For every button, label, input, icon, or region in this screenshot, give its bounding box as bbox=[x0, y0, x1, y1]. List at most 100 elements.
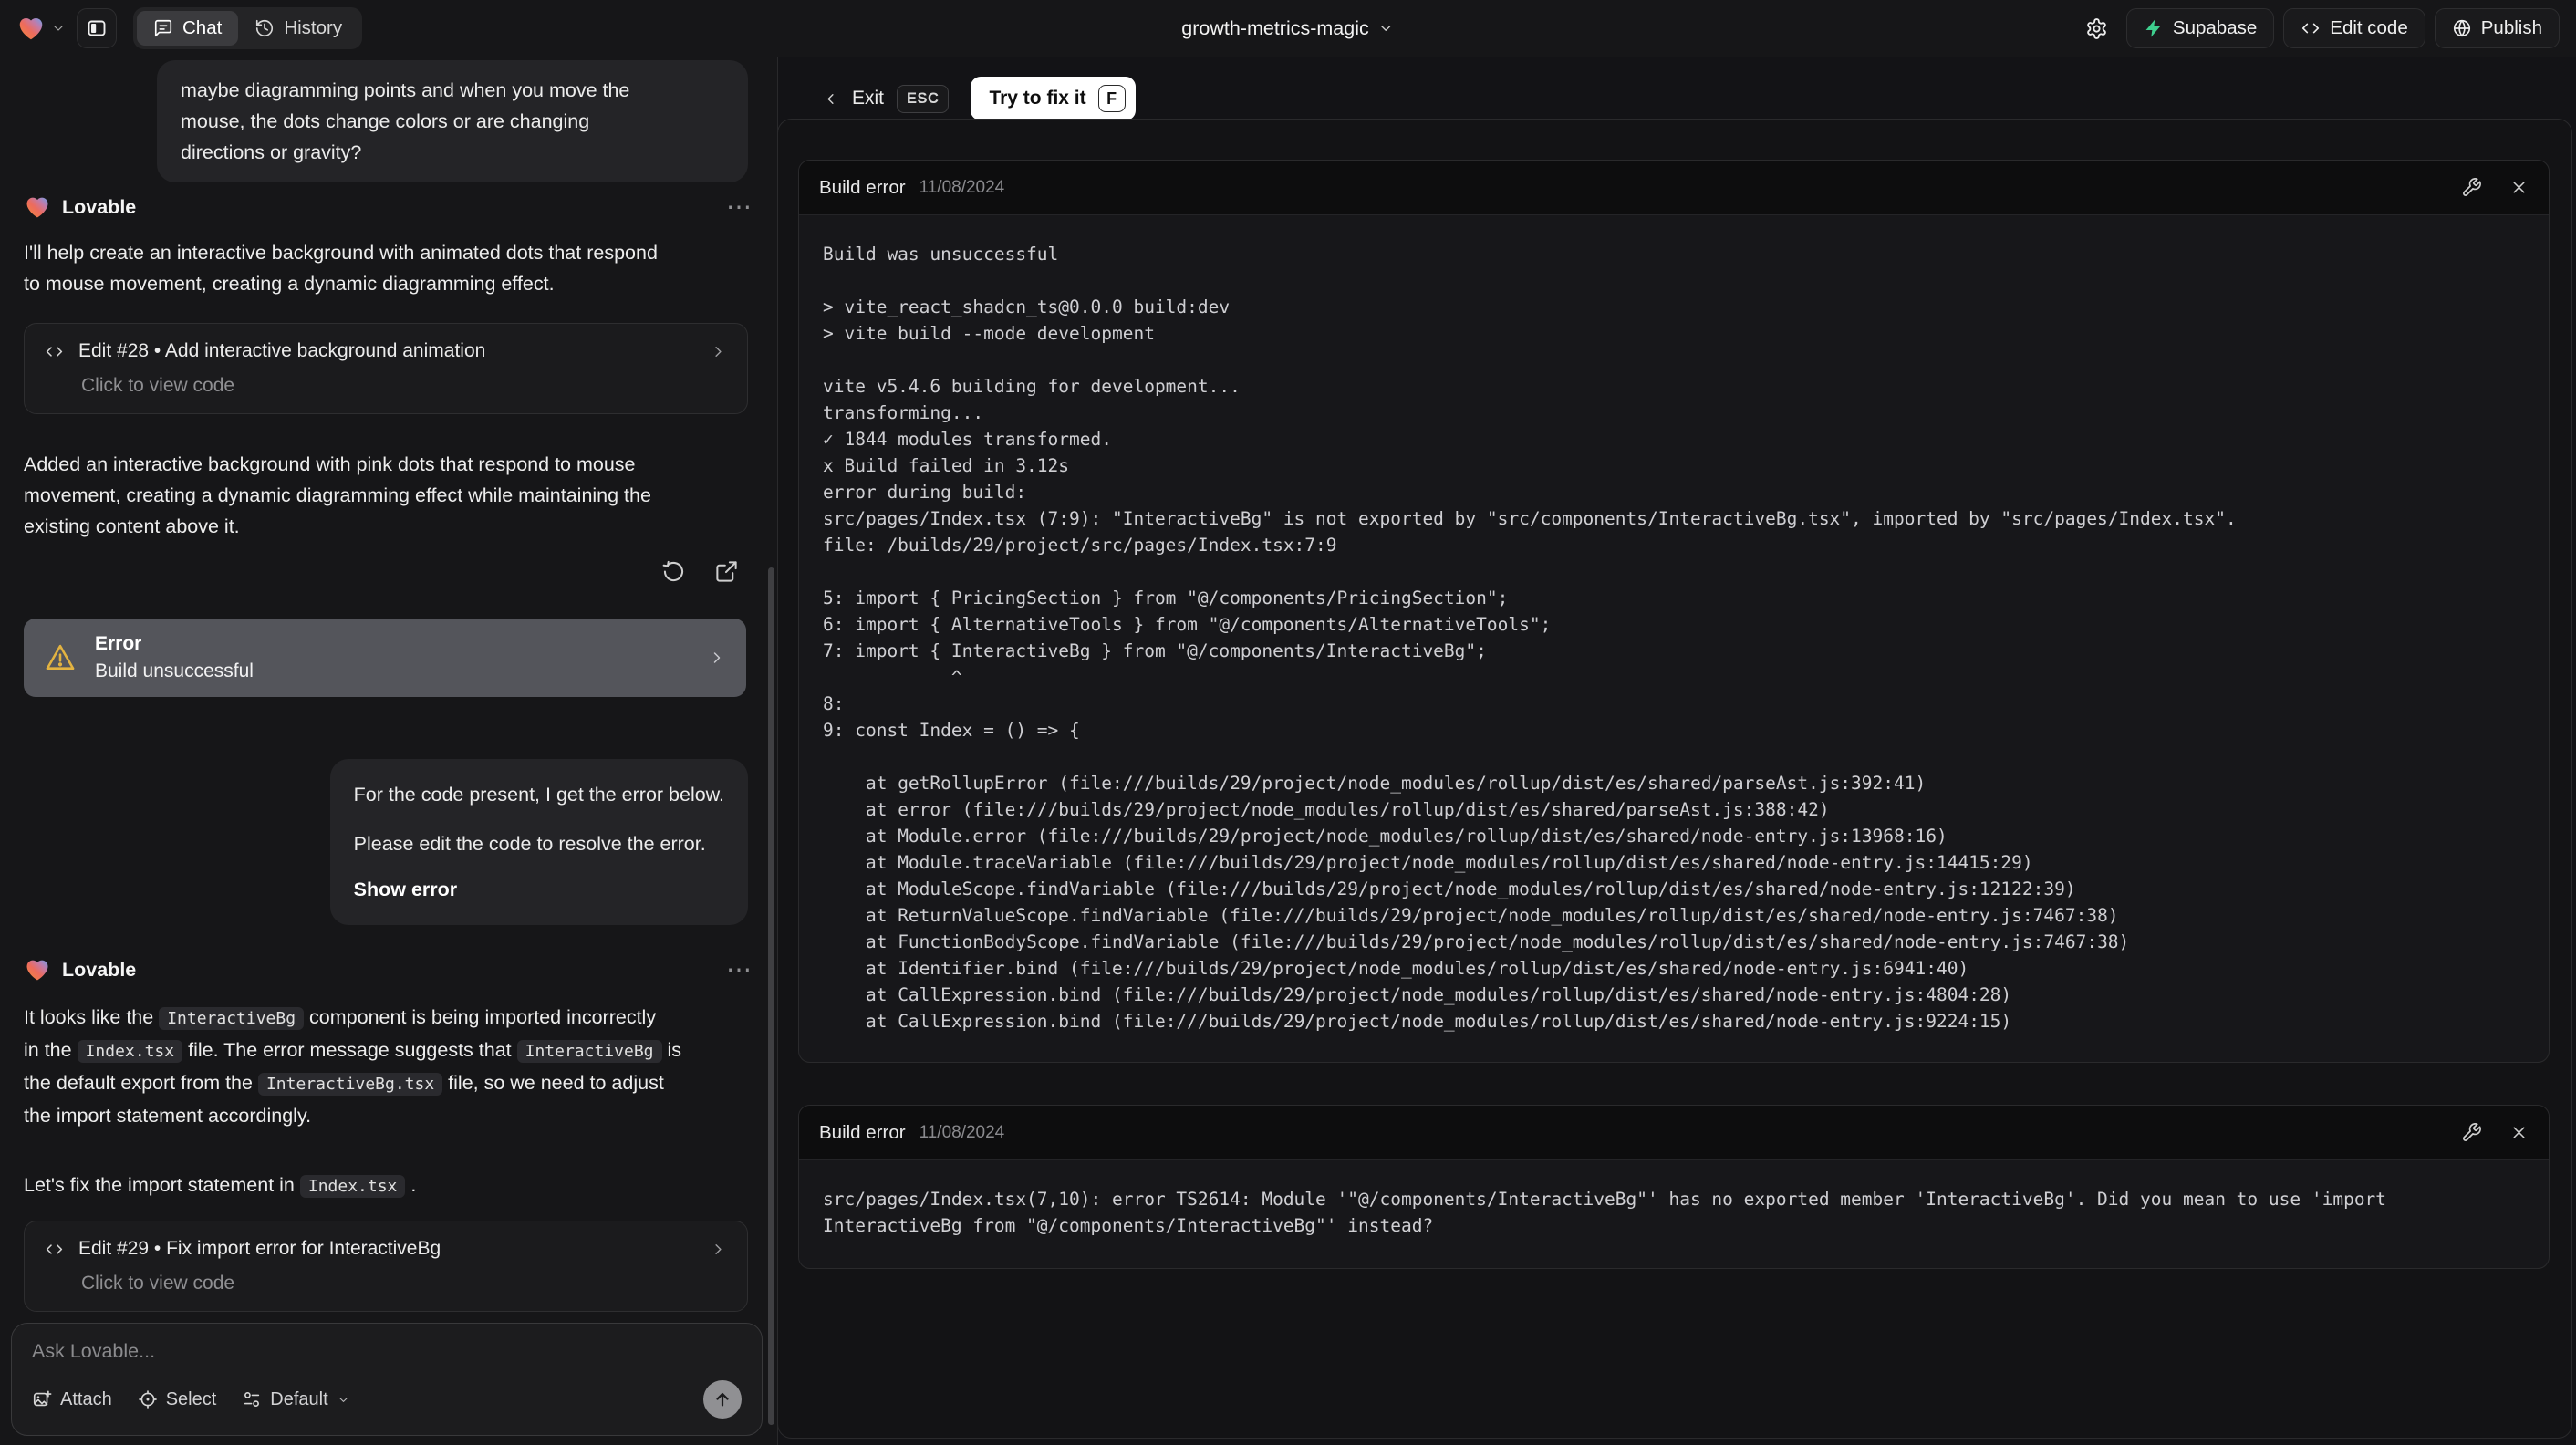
close-icon[interactable] bbox=[2509, 1123, 2529, 1142]
edit-card-title: Edit #28 • Add interactive background an… bbox=[78, 340, 486, 361]
chevron-right-icon bbox=[710, 1241, 727, 1258]
build-error-log: src/pages/Index.tsx(7,10): error TS2614:… bbox=[799, 1160, 2549, 1264]
lovable-heart-icon bbox=[24, 193, 51, 221]
gear-icon bbox=[2085, 17, 2108, 40]
edit-card-subtitle: Click to view code bbox=[81, 1273, 235, 1294]
build-error-title: Build error bbox=[819, 176, 906, 198]
edit-card-29[interactable]: Edit #29 • Fix import error for Interact… bbox=[24, 1221, 748, 1312]
message-menu-icon[interactable]: ⋯ bbox=[726, 957, 753, 982]
exit-label: Exit bbox=[852, 88, 885, 109]
attach-label: Attach bbox=[60, 1388, 112, 1409]
lovable-logo-menu[interactable] bbox=[16, 14, 66, 43]
assistant-message: It looks like the InteractiveBg componen… bbox=[24, 1006, 681, 1127]
assistant-name: Lovable bbox=[62, 958, 137, 981]
image-plus-icon bbox=[32, 1389, 52, 1409]
select-element-button[interactable]: Select bbox=[138, 1388, 217, 1410]
assistant-message: I'll help create an interactive backgrou… bbox=[24, 242, 658, 295]
build-error-log: Build was unsuccessful > vite_react_shad… bbox=[799, 215, 2549, 1060]
build-error-panel: Build error 11/08/2024 src/pages/Index.t… bbox=[798, 1105, 2550, 1269]
warning-triangle-icon bbox=[44, 641, 77, 674]
chevron-down-icon bbox=[1378, 20, 1395, 36]
sidebar-toggle-button[interactable] bbox=[77, 8, 117, 48]
supabase-button[interactable]: Supabase bbox=[2125, 8, 2275, 48]
build-error-header: Build error 11/08/2024 bbox=[799, 161, 2549, 215]
select-label: Select bbox=[165, 1388, 217, 1409]
error-panels-container: Build error 11/08/2024 Build was unsucce… bbox=[777, 119, 2572, 1439]
edit-code-label: Edit code bbox=[2330, 17, 2408, 38]
build-log-text: Build was unsuccessful > vite_react_shad… bbox=[823, 244, 2237, 1032]
top-bar: Chat History growth-metrics-magic Supaba… bbox=[0, 0, 2576, 57]
edit-card-28[interactable]: Edit #28 • Add interactive background an… bbox=[24, 323, 748, 414]
exit-button[interactable]: Exit ESC bbox=[822, 84, 950, 113]
chevron-left-icon bbox=[822, 90, 839, 108]
close-icon[interactable] bbox=[2509, 178, 2529, 197]
code-brackets-icon bbox=[2301, 18, 2321, 38]
user-message: maybe diagramming points and when you mo… bbox=[157, 60, 748, 182]
try-to-fix-button[interactable]: Try to fix it F bbox=[971, 77, 1136, 120]
publish-button[interactable]: Publish bbox=[2434, 8, 2560, 48]
chevron-right-icon bbox=[708, 649, 726, 667]
esc-key-badge: ESC bbox=[897, 84, 950, 113]
chat-input-box[interactable]: Ask Lovable... Attach Select Default bbox=[11, 1323, 763, 1436]
user-message: For the code present, I get the error be… bbox=[329, 759, 748, 925]
chevron-down-icon bbox=[337, 1393, 350, 1407]
error-card-subtitle: Build unsuccessful bbox=[95, 660, 254, 681]
sidebar-panel-icon bbox=[86, 17, 108, 39]
tab-chat[interactable]: Chat bbox=[137, 11, 239, 46]
tab-history[interactable]: History bbox=[238, 11, 358, 46]
open-preview-button[interactable] bbox=[712, 556, 741, 586]
build-error-title: Build error bbox=[819, 1121, 906, 1143]
error-card-title: Error bbox=[95, 633, 142, 654]
chat-panel: maybe diagramming points and when you mo… bbox=[0, 57, 777, 1445]
message-actions bbox=[659, 556, 741, 586]
chat-bubble-icon bbox=[153, 18, 173, 38]
build-error-panel: Build error 11/08/2024 Build was unsucce… bbox=[798, 160, 2550, 1063]
tab-history-label: History bbox=[284, 17, 343, 38]
fix-wrench-icon[interactable] bbox=[2461, 1122, 2482, 1143]
chat-history-tabs: Chat History bbox=[133, 7, 363, 49]
build-error-date: 11/08/2024 bbox=[919, 1122, 1005, 1142]
build-log-text: src/pages/Index.tsx(7,10): error TS2614:… bbox=[823, 1189, 2397, 1236]
edit-card-title: Edit #29 • Fix import error for Interact… bbox=[78, 1238, 441, 1259]
build-error-card[interactable]: Error Build unsuccessful bbox=[24, 619, 746, 697]
chat-input-placeholder[interactable]: Ask Lovable... bbox=[32, 1340, 742, 1363]
publish-label: Publish bbox=[2480, 17, 2542, 38]
show-error-link[interactable]: Show error bbox=[354, 874, 724, 905]
send-button[interactable] bbox=[703, 1380, 742, 1419]
project-switcher[interactable]: growth-metrics-magic bbox=[1181, 17, 1394, 40]
assistant-name: Lovable bbox=[62, 195, 137, 218]
fix-wrench-icon[interactable] bbox=[2461, 177, 2482, 198]
edit-card-subtitle: Click to view code bbox=[81, 375, 235, 396]
edit-code-button[interactable]: Edit code bbox=[2283, 8, 2425, 48]
lovable-heart-icon bbox=[16, 14, 46, 43]
project-title: growth-metrics-magic bbox=[1181, 16, 1369, 39]
chat-scrollbar[interactable] bbox=[768, 567, 774, 1425]
user-message-line: Please edit the code to resolve the erro… bbox=[353, 833, 706, 855]
mode-dropdown[interactable]: Default bbox=[242, 1389, 349, 1410]
chevron-down-icon bbox=[51, 21, 66, 36]
restore-version-button[interactable] bbox=[659, 556, 688, 586]
assistant-header: Lovable ⋯ bbox=[24, 193, 753, 221]
code-brackets-icon bbox=[45, 1240, 64, 1259]
arrow-up-icon bbox=[712, 1389, 732, 1409]
build-error-header: Build error 11/08/2024 bbox=[799, 1106, 2549, 1160]
chevron-right-icon bbox=[710, 343, 727, 360]
assistant-message: Added an interactive background with pin… bbox=[24, 453, 651, 537]
build-error-date: 11/08/2024 bbox=[919, 177, 1005, 197]
fix-button-label: Try to fix it bbox=[989, 88, 1086, 109]
fix-bar: Exit ESC Try to fix it F bbox=[822, 77, 1136, 120]
lovable-heart-icon bbox=[24, 956, 51, 983]
f-key-badge: F bbox=[1097, 85, 1126, 112]
sliders-icon bbox=[242, 1389, 262, 1409]
supabase-bolt-icon bbox=[2144, 18, 2164, 38]
code-brackets-icon bbox=[45, 342, 64, 361]
attach-button[interactable]: Attach bbox=[32, 1389, 112, 1410]
assistant-message: Let's fix the import statement in Index.… bbox=[24, 1174, 417, 1198]
error-workbench: Exit ESC Try to fix it F Build error 11/… bbox=[777, 57, 2576, 1445]
supabase-label: Supabase bbox=[2172, 17, 2258, 38]
globe-icon bbox=[2452, 18, 2472, 38]
settings-button[interactable] bbox=[2077, 8, 2117, 48]
crosshair-icon bbox=[138, 1389, 158, 1409]
message-menu-icon[interactable]: ⋯ bbox=[726, 194, 753, 220]
user-message-line: For the code present, I get the error be… bbox=[353, 784, 724, 806]
